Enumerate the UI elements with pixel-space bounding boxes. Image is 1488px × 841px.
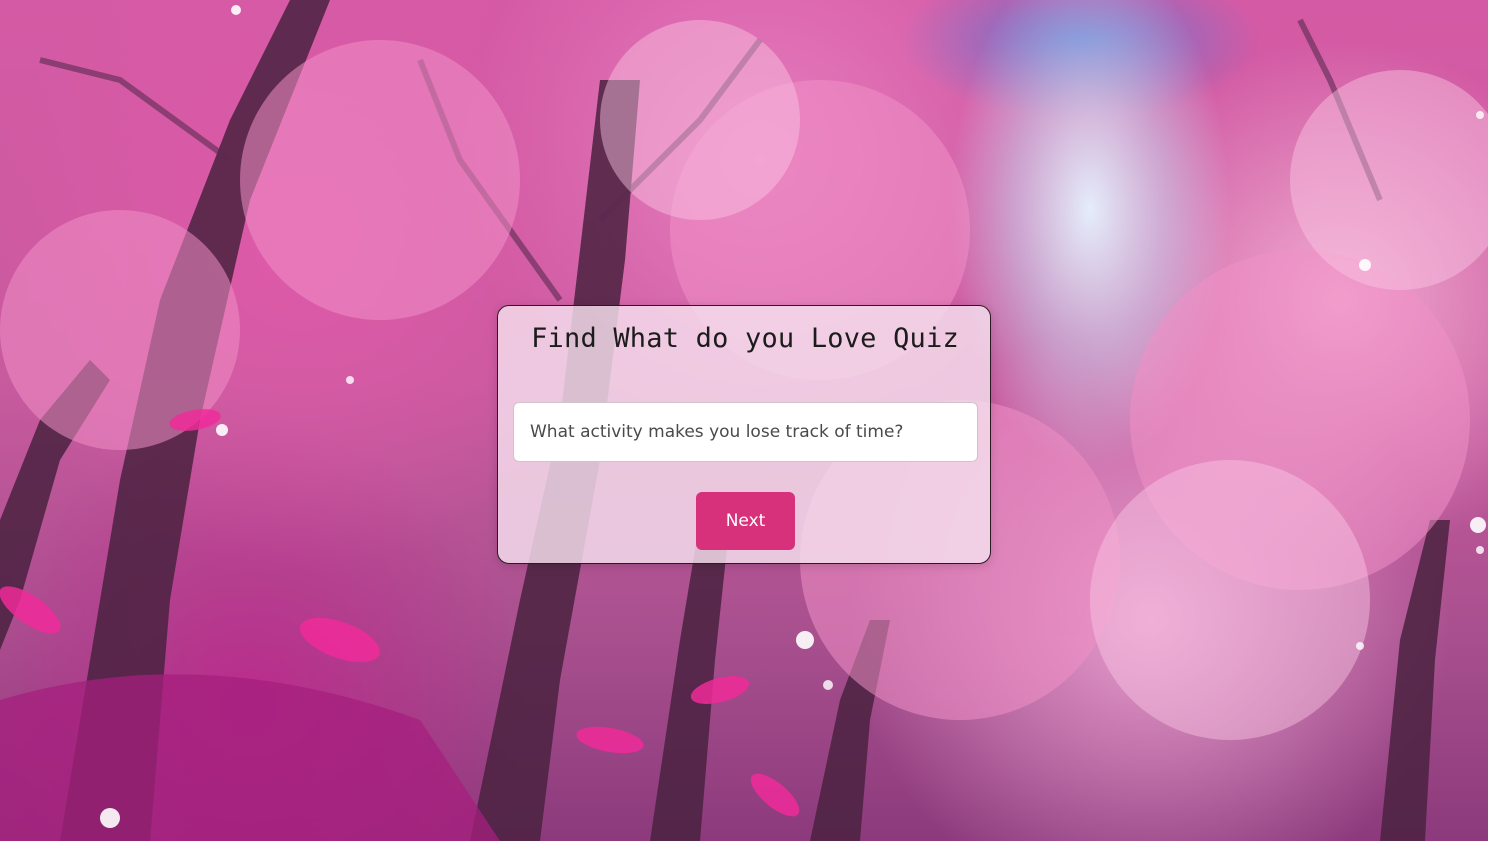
- next-button[interactable]: Next: [696, 492, 795, 550]
- quiz-card: Find What do you Love Quiz Next: [497, 305, 991, 564]
- answer-input[interactable]: [513, 402, 978, 462]
- quiz-title: Find What do you Love Quiz: [531, 323, 959, 354]
